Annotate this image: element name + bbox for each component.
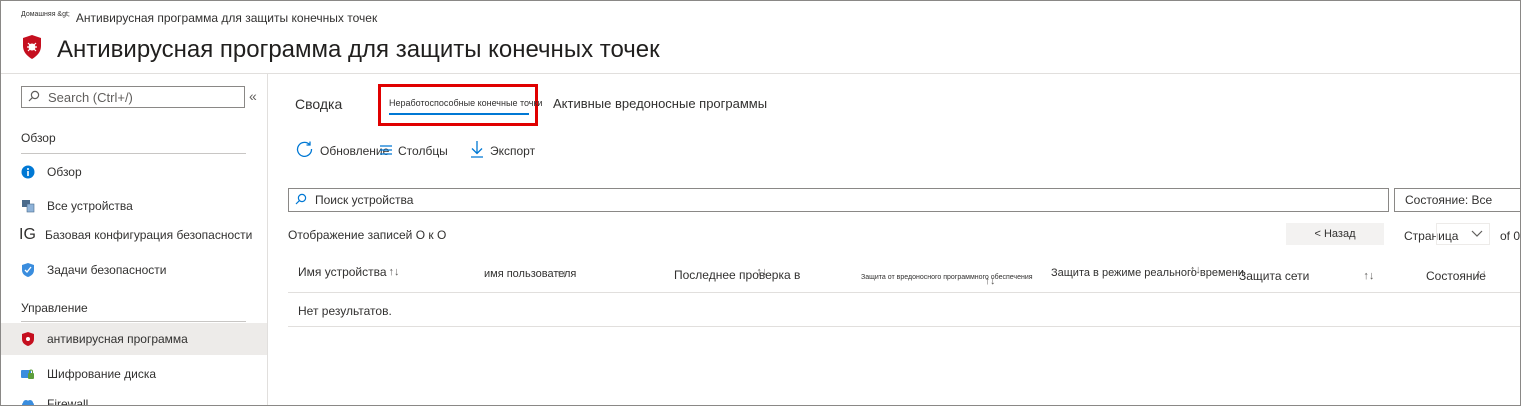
tab-label: Неработоспособные конечные точки — [389, 98, 543, 108]
column-label: Защита в режиме реального времени — [1051, 267, 1244, 279]
state-filter-label: Состояние: Все — [1405, 193, 1493, 207]
column-header-last-scan[interactable]: Последнее проверка в ↑↓ — [674, 266, 800, 282]
column-header-user-name[interactable]: имя пользователя ↑↓ — [484, 268, 576, 280]
device-search-placeholder: Поиск устройства — [315, 193, 414, 207]
page-header: Антивирусная программа для защиты конечн… — [21, 34, 660, 65]
sidebar-search-input[interactable]: Search (Ctrl+/) — [21, 86, 245, 108]
refresh-button[interactable]: Обновление — [296, 140, 389, 161]
page-title: Антивирусная программа для защиты конечн… — [57, 35, 660, 63]
main-content: Сводка Неработоспособные конечные точки … — [268, 74, 1521, 405]
export-button[interactable]: Экспорт — [470, 140, 535, 161]
records-count: Отображение записей O к O — [288, 228, 447, 242]
sidebar-item-antivirus[interactable]: антивирусная программа — [1, 323, 267, 355]
column-header-state[interactable]: Состояние ↑↓ — [1426, 268, 1487, 283]
column-label: Защита сети — [1239, 269, 1310, 283]
antivirus-shield-icon — [21, 34, 43, 65]
sidebar-item-all-devices[interactable]: Все устройства — [1, 190, 267, 222]
column-label: Имя устройства — [298, 265, 387, 279]
back-button[interactable]: < Назад — [1286, 223, 1384, 245]
columns-label: Столбцы — [398, 144, 448, 158]
page-total: of 0 — [1500, 229, 1521, 243]
sidebar-item-security-baselines[interactable]: IG Базовая конфигурация безопасности — [1, 219, 267, 251]
tab-summary[interactable]: Сводка — [295, 96, 342, 112]
sidebar-search-placeholder: Search (Ctrl+/) — [48, 89, 133, 105]
disk-encryption-icon — [21, 367, 35, 381]
sort-icon[interactable]: ↑↓ — [985, 275, 996, 287]
firewall-icon — [21, 397, 35, 405]
devices-icon — [21, 199, 35, 213]
antivirus-shield-icon — [21, 332, 35, 346]
sidebar: Search (Ctrl+/) « Обзор Обзор Все устрой… — [1, 74, 268, 406]
column-header-realtime-protection[interactable]: Защита в режиме реального времени ↑↓ — [1051, 264, 1244, 279]
section-manage-label: Управление — [21, 301, 88, 315]
breadcrumb: Домашняя &gt; Антивирусная программа для… — [21, 11, 378, 26]
sort-icon[interactable]: ↑↓ — [556, 268, 567, 280]
shield-task-icon — [21, 263, 35, 277]
sort-icon[interactable]: ↑↓ — [389, 266, 400, 278]
sidebar-item-label: Обзор — [47, 165, 82, 179]
sort-icon[interactable]: ↑↓ — [1190, 264, 1201, 276]
search-icon — [28, 90, 40, 105]
refresh-label: Обновление — [320, 143, 390, 158]
sort-icon[interactable]: ↑↓ — [756, 266, 767, 278]
ig-icon: IG — [19, 226, 36, 243]
tab-active-underline — [389, 113, 529, 115]
refresh-icon — [296, 140, 314, 161]
export-label: Экспорт — [490, 143, 536, 158]
download-icon — [470, 140, 484, 161]
sidebar-item-label: антивирусная программа — [47, 332, 188, 346]
tab-unhealthy-endpoints[interactable]: Неработоспособные конечные точки — [378, 84, 542, 126]
sidebar-item-overview[interactable]: Обзор — [1, 156, 267, 188]
sidebar-item-firewall[interactable]: Firewall — [1, 388, 267, 406]
breadcrumb-home[interactable]: Домашняя &gt; — [21, 11, 70, 18]
breadcrumb-current: Антивирусная программа для защиты конечн… — [75, 11, 378, 25]
sort-icon[interactable]: ↑↓ — [1476, 268, 1487, 280]
tab-active-malware[interactable]: Активные вредоносные программы — [553, 96, 767, 111]
empty-state-text: Нет результатов. — [298, 304, 392, 318]
column-header-device-name[interactable]: Имя устройства ↑↓ — [298, 265, 400, 279]
sidebar-item-label: Firewall — [47, 397, 89, 406]
sidebar-item-disk-encryption[interactable]: Шифрование диска — [1, 358, 267, 390]
device-search-input[interactable]: Поиск устройства — [288, 188, 1389, 212]
sidebar-item-security-tasks[interactable]: Задачи безопасности — [1, 254, 267, 286]
search-icon — [295, 193, 307, 208]
sidebar-item-label: Базовая конфигурация безопасности — [45, 228, 253, 242]
table-header-divider — [288, 292, 1520, 293]
app-window: Домашняя &gt; Антивирусная программа для… — [0, 0, 1521, 406]
section-divider — [21, 321, 246, 322]
collapse-sidebar-icon[interactable]: « — [249, 88, 257, 104]
columns-button[interactable]: Столбцы — [380, 144, 448, 158]
chevron-down-icon — [1471, 225, 1483, 243]
column-header-malware-protection[interactable]: Защита от вредоносного программного обес… — [861, 267, 1033, 288]
column-header-network-protection[interactable]: Защита сети ↑↓ — [1239, 269, 1374, 283]
info-icon — [21, 165, 35, 179]
column-label: Защита от вредоносного программного обес… — [861, 273, 1033, 281]
table-row-divider — [288, 326, 1520, 327]
sidebar-item-label: Задачи безопасности — [47, 263, 167, 277]
columns-icon — [380, 144, 392, 158]
sidebar-item-label: Шифрование диска — [47, 367, 157, 381]
column-label: Последнее проверка в — [674, 268, 801, 282]
sidebar-item-label: Все устройства — [47, 199, 133, 213]
state-filter-pill[interactable]: Состояние: Все — [1394, 188, 1520, 212]
section-overview-label: Обзор — [21, 131, 56, 145]
section-divider — [21, 153, 246, 154]
page-select[interactable] — [1436, 223, 1490, 245]
sort-icon[interactable]: ↑↓ — [1363, 270, 1374, 282]
